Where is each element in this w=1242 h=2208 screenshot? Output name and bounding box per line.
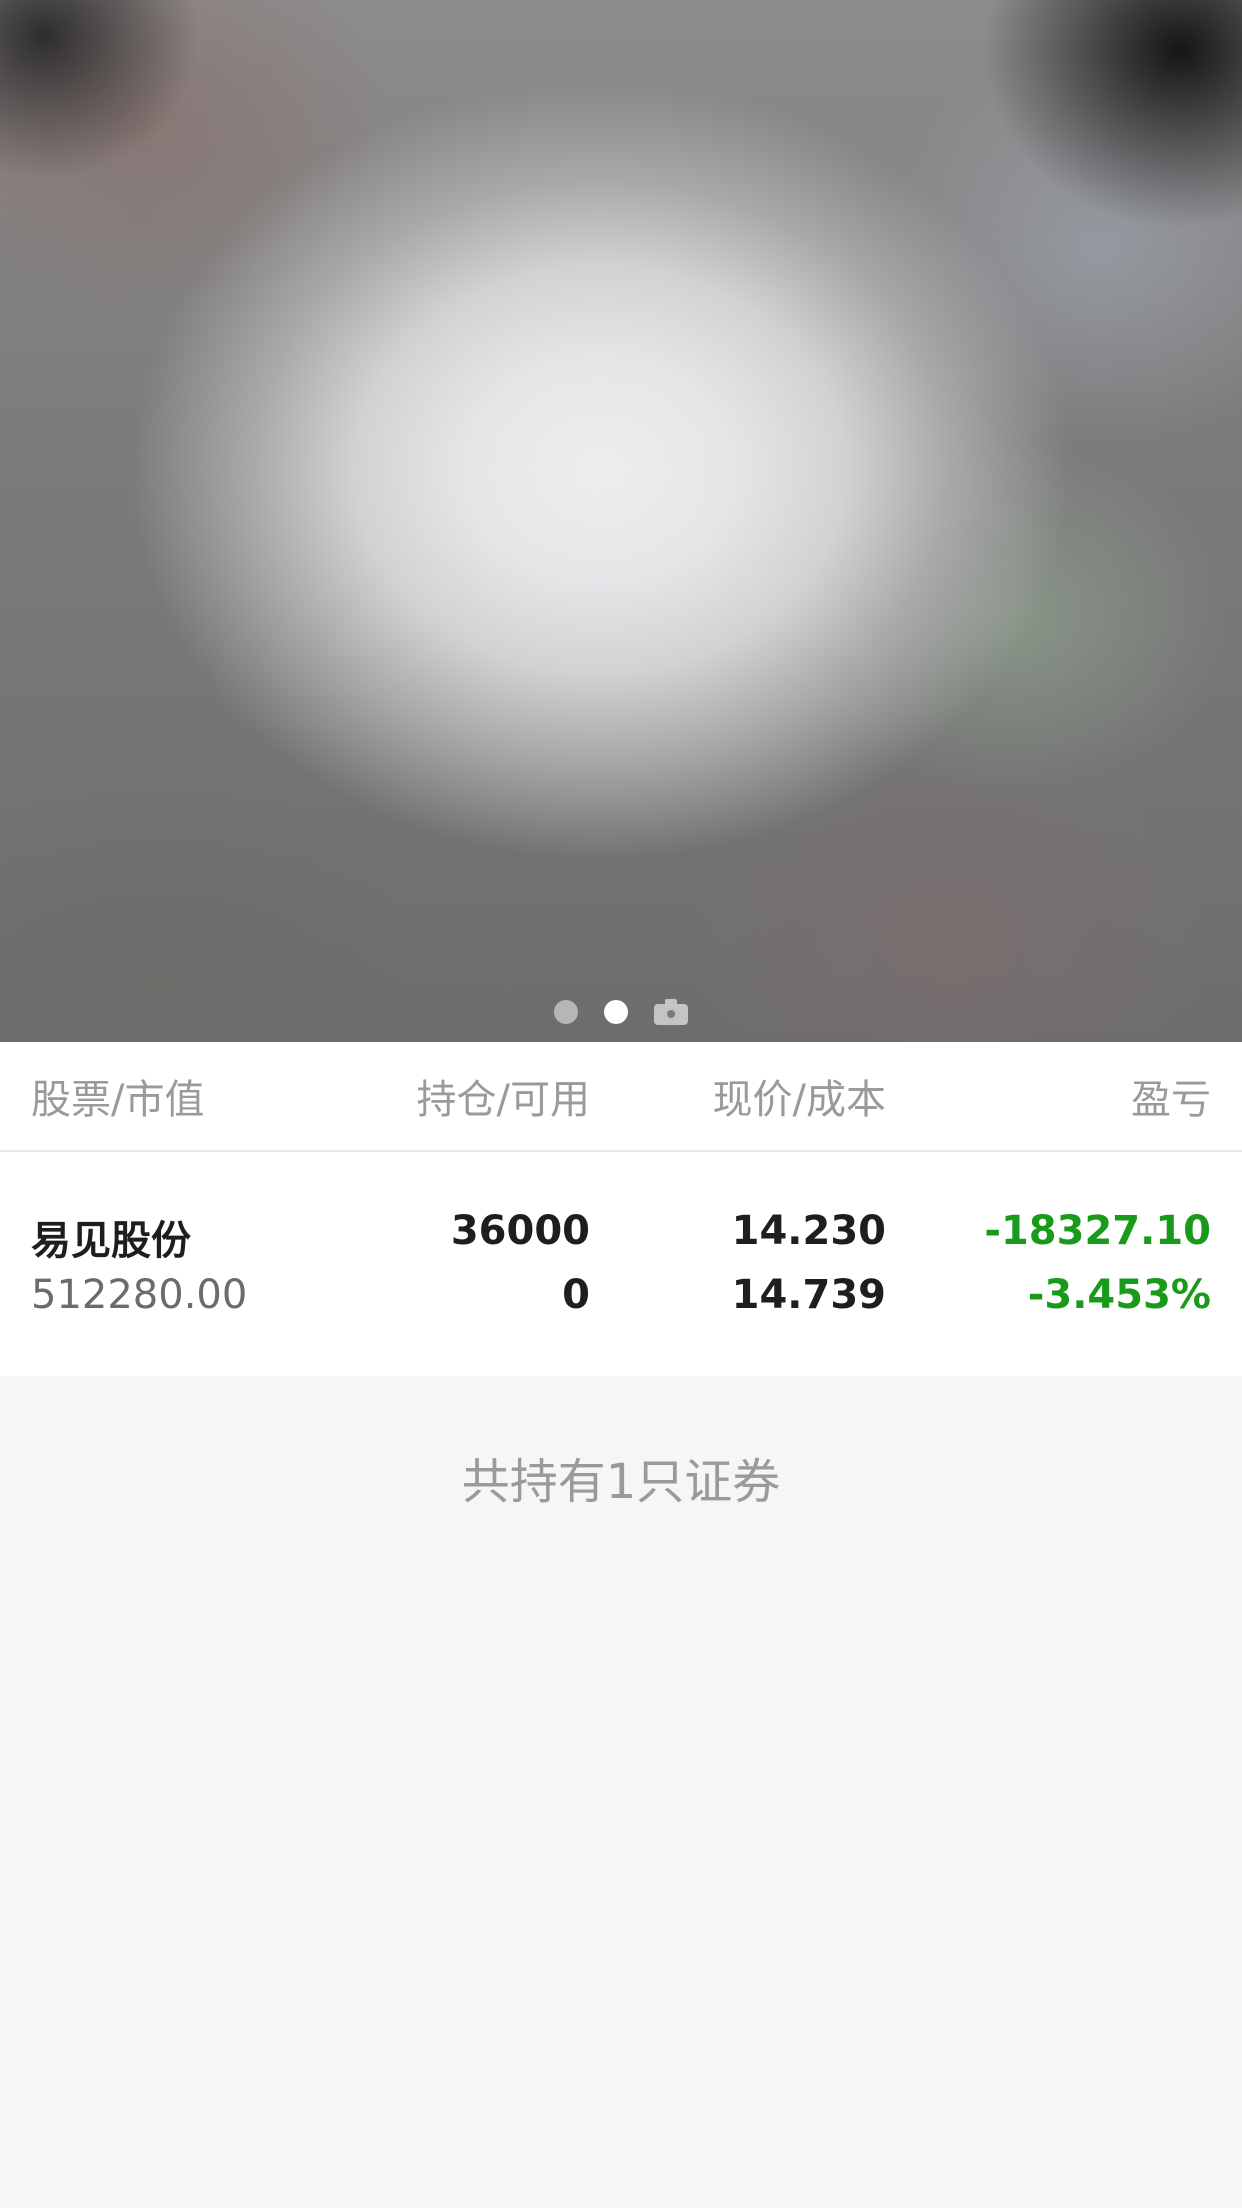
market-value: 512280.00 — [31, 1272, 248, 1318]
current-price: 14.230 — [731, 1208, 886, 1254]
holdings-table-header: 股票/市值 持仓/可用 现价/成本 盈亏 — [0, 1042, 1242, 1152]
header-position-available: 持仓/可用 — [416, 1077, 590, 1123]
available-quantity: 0 — [562, 1272, 590, 1318]
holdings-count-summary: 共持有1只证券 — [461, 1454, 781, 1510]
pager-dot-active[interactable] — [604, 1000, 628, 1024]
photo-banner[interactable] — [0, 0, 1242, 1042]
header-price-cost: 现价/成本 — [712, 1077, 886, 1123]
position-quantity: 36000 — [450, 1208, 590, 1254]
carousel-pager — [0, 998, 1242, 1026]
banner-shadow — [982, 0, 1242, 230]
banner-shadow — [0, 0, 200, 180]
profit-loss-percent: -3.453% — [1027, 1272, 1211, 1318]
pager-dot[interactable] — [554, 1000, 578, 1024]
camera-icon[interactable] — [654, 999, 688, 1025]
header-profit-loss: 盈亏 — [1131, 1077, 1211, 1123]
profit-loss-amount: -18327.10 — [984, 1208, 1211, 1254]
holding-row[interactable]: 易见股份 512280.00 36000 0 14.230 14.739 -18… — [0, 1152, 1242, 1376]
cost-price: 14.739 — [731, 1272, 886, 1318]
header-stock-market-value: 股票/市值 — [31, 1077, 205, 1123]
stock-name: 易见股份 — [31, 1218, 191, 1264]
